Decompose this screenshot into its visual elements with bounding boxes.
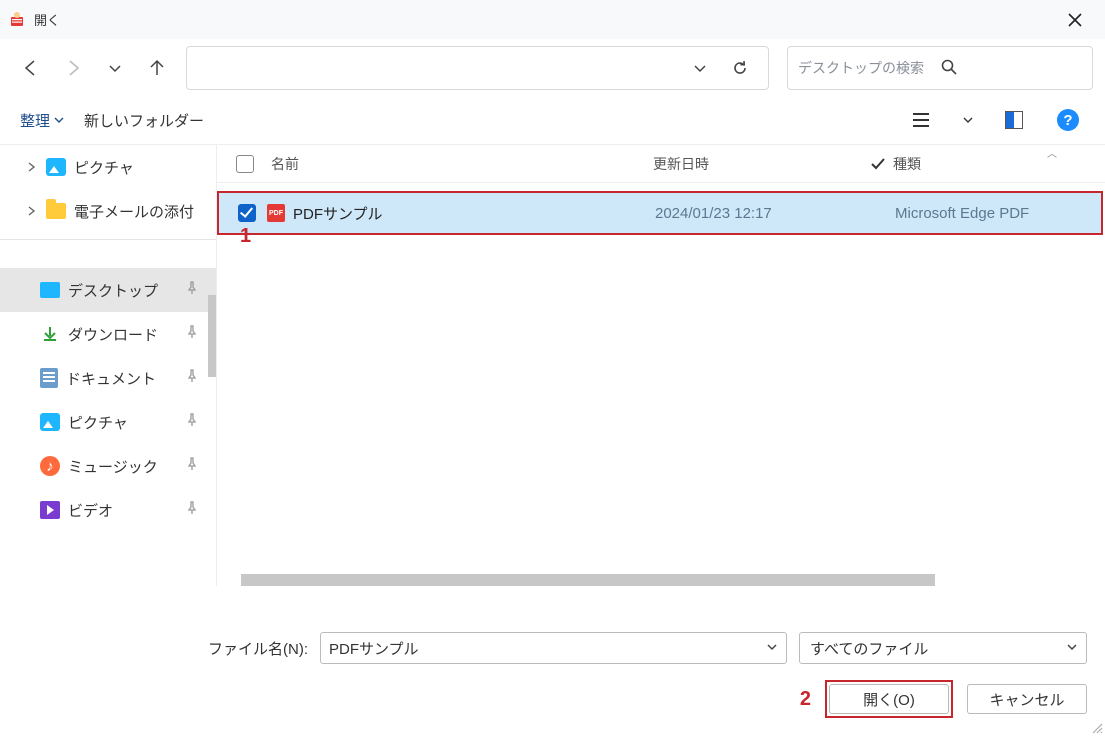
- sidebar-music-label: ミュージック: [68, 456, 158, 477]
- tree-email-label: 電子メールの添付: [74, 201, 194, 222]
- sidebar: ピクチャ 電子メールの添付 デスクトップ ダウンロード: [0, 145, 216, 586]
- sidebar-downloads[interactable]: ダウンロード: [0, 312, 216, 356]
- main-area: ピクチャ 電子メールの添付 デスクトップ ダウンロード: [0, 144, 1105, 586]
- chevron-right-icon: [24, 162, 38, 172]
- sidebar-downloads-label: ダウンロード: [68, 324, 158, 345]
- pin-icon: [186, 413, 198, 431]
- pin-icon: [186, 281, 198, 299]
- sidebar-music[interactable]: ♪ ミュージック: [0, 444, 216, 488]
- search-icon: [940, 58, 1082, 79]
- folder-icon: [46, 203, 66, 219]
- view-list-button[interactable]: [905, 103, 939, 137]
- filter-dropdown-icon[interactable]: [1066, 640, 1078, 657]
- column-check[interactable]: [863, 156, 893, 172]
- new-folder-button[interactable]: 新しいフォルダー: [84, 110, 204, 131]
- filename-dropdown-icon[interactable]: [766, 640, 778, 657]
- horizontal-scrollbar[interactable]: [241, 574, 935, 586]
- search-box[interactable]: デスクトップの検索: [787, 46, 1093, 90]
- sidebar-pictures[interactable]: ピクチャ: [0, 400, 216, 444]
- cancel-button[interactable]: キャンセル: [967, 684, 1087, 714]
- sidebar-desktop-label: デスクトップ: [68, 280, 158, 301]
- address-dropdown-icon[interactable]: [680, 61, 720, 75]
- sidebar-documents[interactable]: ドキュメント: [0, 356, 216, 400]
- refresh-button[interactable]: [720, 59, 760, 77]
- nav-row: デスクトップの検索: [0, 40, 1105, 96]
- column-type[interactable]: 種類: [893, 154, 1105, 174]
- column-name[interactable]: 名前: [265, 154, 653, 174]
- filter-label: すべてのファイル: [810, 638, 928, 659]
- tree-email-attachments[interactable]: 電子メールの添付: [0, 189, 216, 233]
- preview-pane-icon: [1005, 111, 1023, 129]
- pin-icon: [186, 325, 198, 343]
- file-modified: 2024/01/23 12:17: [655, 205, 865, 222]
- close-button[interactable]: [1053, 4, 1097, 36]
- column-modified[interactable]: 更新日時: [653, 154, 863, 174]
- up-button[interactable]: [138, 49, 176, 87]
- back-button[interactable]: [12, 49, 50, 87]
- filename-input[interactable]: PDFサンプル: [320, 632, 787, 664]
- document-icon: [40, 368, 58, 388]
- column-header-row: 名前 更新日時 種類 ︿: [217, 145, 1105, 183]
- pictures-icon: [46, 158, 66, 176]
- filename-row: ファイル名(N): PDFサンプル すべてのファイル: [18, 632, 1087, 664]
- new-folder-label: 新しいフォルダー: [84, 110, 204, 131]
- filename-value: PDFサンプル: [329, 638, 419, 659]
- address-bar[interactable]: [186, 46, 769, 90]
- button-row: 2 開く(O) キャンセル: [18, 680, 1087, 718]
- file-pane: 名前 更新日時 種類 ︿ 1 PDF PDFサンプル 2024/01/23 12…: [216, 145, 1105, 586]
- annotation-2: 2: [800, 688, 811, 711]
- filetype-filter[interactable]: すべてのファイル: [799, 632, 1087, 664]
- open-button-highlight: 開く(O): [825, 680, 953, 718]
- sidebar-pictures-label: ピクチャ: [68, 412, 128, 433]
- app-icon: [8, 11, 26, 29]
- pdf-icon: PDF: [267, 204, 285, 222]
- pin-icon: [186, 457, 198, 475]
- organize-label: 整理: [20, 110, 50, 131]
- open-button[interactable]: 開く(O): [829, 684, 949, 714]
- row-checkbox[interactable]: [238, 204, 256, 222]
- pin-icon: [186, 369, 198, 387]
- sidebar-desktop[interactable]: デスクトップ: [0, 268, 216, 312]
- forward-button[interactable]: [54, 49, 92, 87]
- sidebar-scrollbar[interactable]: [208, 295, 216, 377]
- preview-pane-button[interactable]: [997, 103, 1031, 137]
- check-icon: [870, 156, 886, 172]
- video-icon: [40, 501, 60, 519]
- sidebar-divider: [0, 239, 216, 240]
- filename-label: ファイル名(N):: [208, 638, 308, 659]
- search-placeholder: デスクトップの検索: [798, 58, 940, 78]
- music-icon: ♪: [40, 456, 60, 476]
- file-row[interactable]: PDF PDFサンプル 2024/01/23 12:17 Microsoft E…: [217, 191, 1103, 235]
- dialog-title: 開く: [34, 10, 1053, 29]
- sidebar-documents-label: ドキュメント: [66, 368, 156, 389]
- checkbox-icon: [236, 155, 254, 173]
- sidebar-videos-label: ビデオ: [68, 500, 113, 521]
- desktop-icon: [40, 282, 60, 298]
- annotation-1: 1: [240, 225, 251, 248]
- pictures-icon: [40, 413, 60, 431]
- sort-indicator-icon: ︿: [1047, 145, 1057, 160]
- sidebar-videos[interactable]: ビデオ: [0, 488, 216, 532]
- chevron-right-icon: [24, 206, 38, 216]
- organize-button[interactable]: 整理: [20, 110, 64, 131]
- view-dropdown-icon[interactable]: [959, 103, 977, 137]
- help-button[interactable]: ?: [1051, 103, 1085, 137]
- header-select-all[interactable]: [225, 155, 265, 173]
- recent-dropdown-button[interactable]: [96, 49, 134, 87]
- help-icon: ?: [1057, 109, 1079, 131]
- bottom-panel: ファイル名(N): PDFサンプル すべてのファイル 2 開く(O) キャンセル: [0, 614, 1105, 736]
- download-icon: [40, 324, 60, 344]
- pin-icon: [186, 501, 198, 519]
- title-bar: 開く: [0, 0, 1105, 40]
- tree-pictures-label: ピクチャ: [74, 157, 134, 178]
- file-name: PDFサンプル: [293, 203, 383, 224]
- toolbar: 整理 新しいフォルダー ?: [0, 96, 1105, 144]
- resize-grip[interactable]: [1089, 720, 1103, 734]
- file-type: Microsoft Edge PDF: [895, 205, 1101, 222]
- tree-pictures[interactable]: ピクチャ: [0, 145, 216, 189]
